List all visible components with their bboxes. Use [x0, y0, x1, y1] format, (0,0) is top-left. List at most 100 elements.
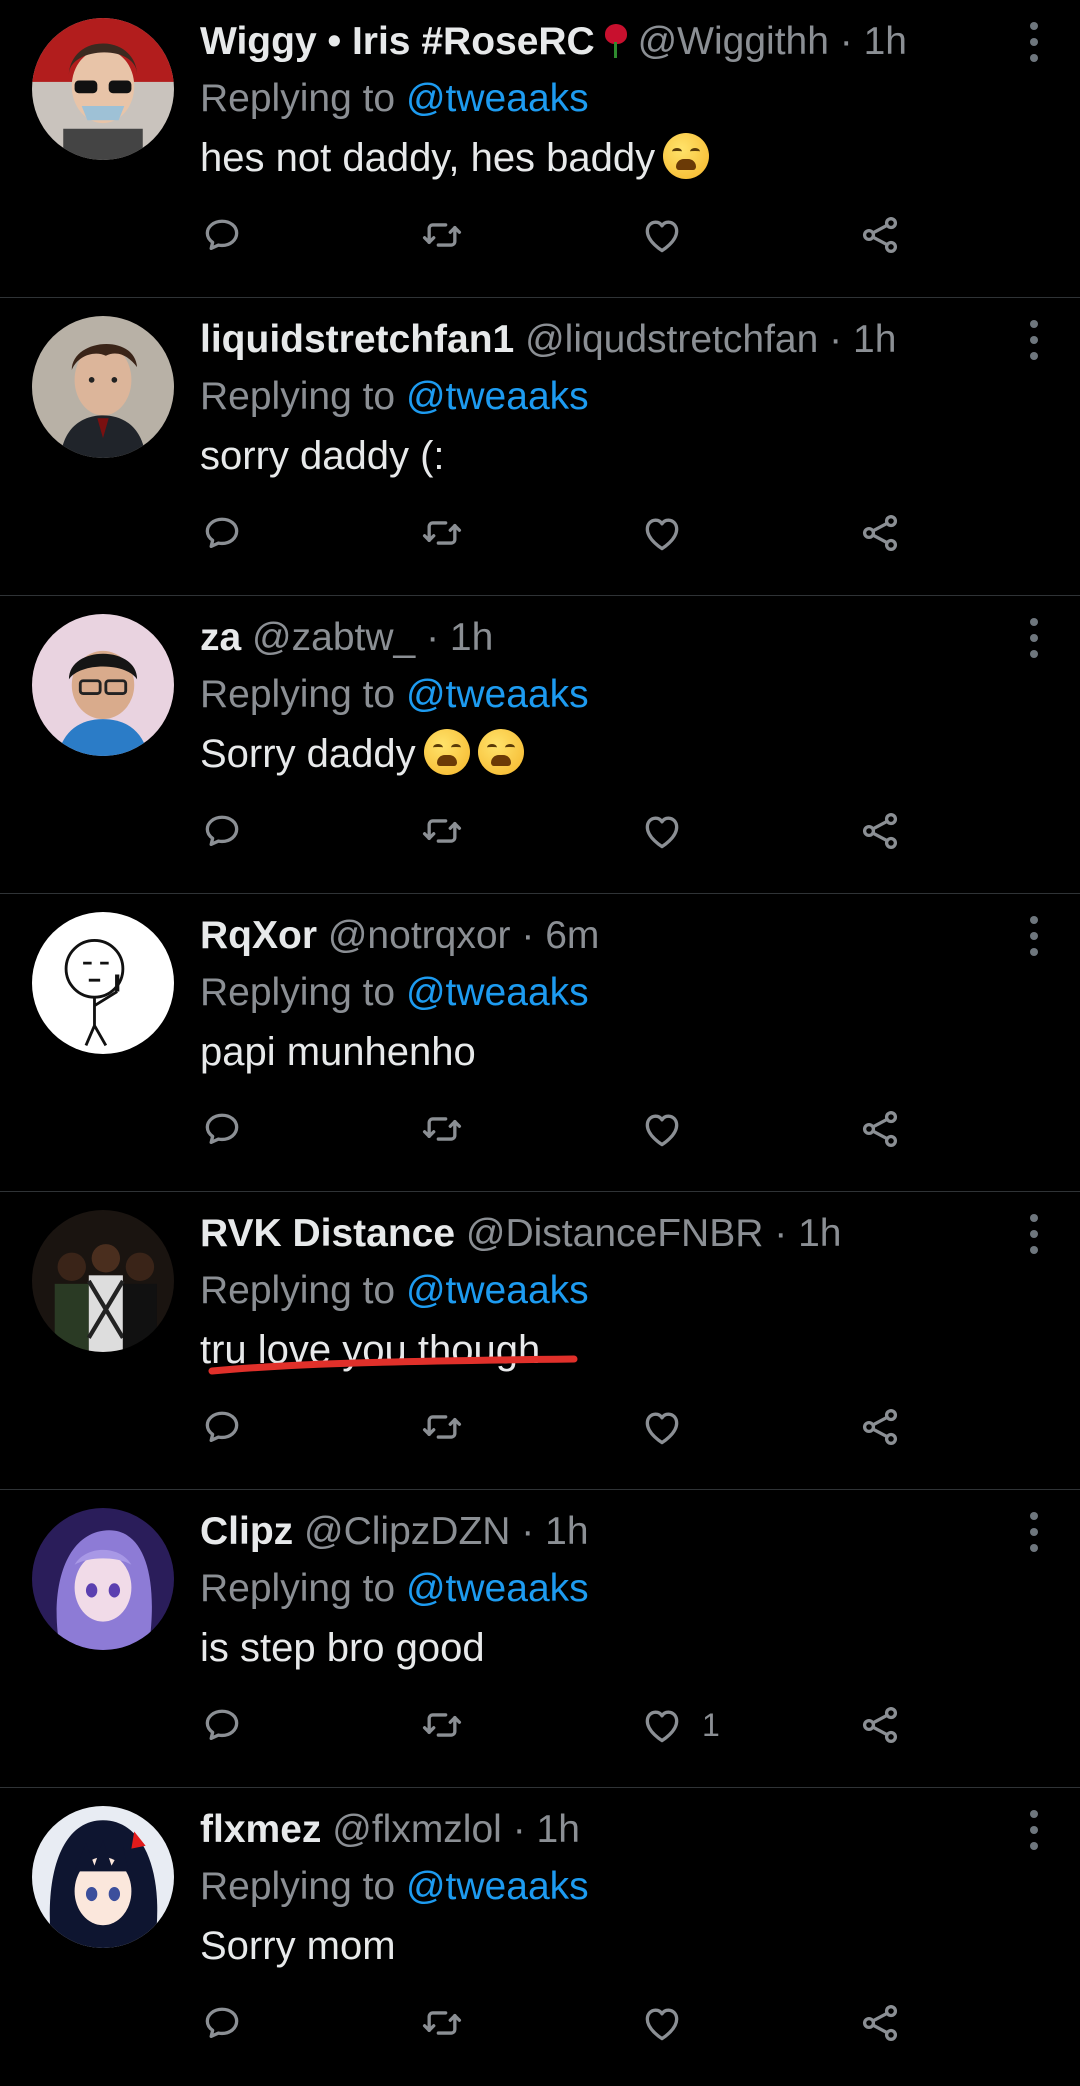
like-button[interactable]: [640, 1402, 702, 1452]
timestamp[interactable]: 1h: [450, 616, 493, 659]
more-options-icon[interactable]: [1028, 1512, 1040, 1552]
tweet-actions: 1: [200, 1700, 920, 1750]
reply-button[interactable]: [200, 806, 244, 856]
replying-to-link[interactable]: @tweaaks: [406, 77, 589, 120]
tweet-text-content: is step bro good: [200, 1626, 485, 1670]
more-options-icon[interactable]: [1028, 916, 1040, 956]
like-button[interactable]: [640, 210, 702, 260]
tweet-item[interactable]: RqXor @notrqxor · 6m Replying to @tweaak…: [0, 894, 1080, 1192]
reply-button[interactable]: [200, 210, 244, 260]
user-handle[interactable]: @Wiggithh: [638, 20, 829, 63]
reply-button[interactable]: [200, 1700, 244, 1750]
avatar[interactable]: [32, 912, 174, 1054]
avatar[interactable]: [32, 1210, 174, 1352]
retweet-button[interactable]: [420, 806, 464, 856]
reply-icon: [200, 1107, 244, 1151]
reply-button[interactable]: [200, 508, 244, 558]
share-button[interactable]: [858, 1104, 902, 1154]
more-options-icon[interactable]: [1028, 618, 1040, 658]
retweet-button[interactable]: [420, 1700, 464, 1750]
tweet-item[interactable]: liquidstretchfan1 @liqudstretchfan · 1h …: [0, 298, 1080, 596]
more-options-icon[interactable]: [1028, 320, 1040, 360]
like-button[interactable]: [640, 1998, 702, 2048]
timestamp[interactable]: 1h: [798, 1212, 841, 1255]
share-icon: [858, 1405, 902, 1449]
replying-label: Replying to: [200, 971, 396, 1014]
retweet-button[interactable]: [420, 1402, 464, 1452]
tweet-item[interactable]: Clipz @ClipzDZN · 1h Replying to @tweaak…: [0, 1490, 1080, 1788]
display-name[interactable]: RqXor: [200, 914, 317, 957]
timestamp[interactable]: 1h: [545, 1510, 588, 1553]
tweet-item[interactable]: flxmez @flxmzlol · 1h Replying to @tweaa…: [0, 1788, 1080, 2086]
reply-icon: [200, 511, 244, 555]
tweet-text-content: papi munhenho: [200, 1030, 476, 1074]
like-button[interactable]: [640, 806, 702, 856]
replying-label: Replying to: [200, 1567, 396, 1610]
tweet-item[interactable]: za @zabtw_ · 1h Replying to @tweaaks Sor…: [0, 596, 1080, 894]
like-count: 1: [702, 1706, 720, 1743]
tweet-actions: [200, 508, 920, 558]
timestamp[interactable]: 1h: [864, 20, 907, 63]
tweet-item[interactable]: Wiggy • Iris #RoseRC @Wiggithh · 1h Repl…: [0, 0, 1080, 298]
tweet-content: Clipz @ClipzDZN · 1h Replying to @tweaak…: [200, 1506, 960, 1675]
tweet-content: RVK Distance @DistanceFNBR · 1h Replying…: [200, 1208, 960, 1377]
reply-button[interactable]: [200, 1104, 244, 1154]
like-button[interactable]: [640, 1104, 702, 1154]
replying-to-line: Replying to @tweaaks: [200, 669, 960, 721]
retweet-button[interactable]: [420, 210, 464, 260]
reply-button[interactable]: [200, 1402, 244, 1452]
display-name[interactable]: RVK Distance: [200, 1212, 455, 1255]
replying-to-link[interactable]: @tweaaks: [406, 971, 589, 1014]
display-name[interactable]: liquidstretchfan1: [200, 318, 514, 361]
replying-to-line: Replying to @tweaaks: [200, 1265, 960, 1317]
replying-to-link[interactable]: @tweaaks: [406, 375, 589, 418]
share-button[interactable]: [858, 508, 902, 558]
avatar[interactable]: [32, 1508, 174, 1650]
replying-to-link[interactable]: @tweaaks: [406, 1567, 589, 1610]
replying-to-link[interactable]: @tweaaks: [406, 1269, 589, 1312]
more-options-icon[interactable]: [1028, 22, 1040, 62]
avatar[interactable]: [32, 614, 174, 756]
retweet-icon: [420, 809, 464, 853]
like-icon: [640, 213, 684, 257]
user-handle[interactable]: @zabtw_: [252, 616, 415, 659]
replying-to-line: Replying to @tweaaks: [200, 1861, 960, 1913]
replying-to-link[interactable]: @tweaaks: [406, 673, 589, 716]
timestamp[interactable]: 6m: [545, 914, 599, 957]
retweet-button[interactable]: [420, 1104, 464, 1154]
user-handle[interactable]: @notrqxor: [328, 914, 511, 957]
tweet-item[interactable]: RVK Distance @DistanceFNBR · 1h Replying…: [0, 1192, 1080, 1490]
avatar[interactable]: [32, 1806, 174, 1948]
more-options-icon[interactable]: [1028, 1810, 1040, 1850]
tweet-text-content: Sorry mom: [200, 1924, 396, 1968]
retweet-icon: [420, 1703, 464, 1747]
avatar[interactable]: [32, 18, 174, 160]
share-button[interactable]: [858, 1402, 902, 1452]
user-handle[interactable]: @liqudstretchfan: [525, 318, 818, 361]
share-button[interactable]: [858, 806, 902, 856]
display-name[interactable]: flxmez: [200, 1808, 321, 1851]
retweet-button[interactable]: [420, 1998, 464, 2048]
reply-button[interactable]: [200, 1998, 244, 2048]
user-handle[interactable]: @flxmzlol: [332, 1808, 502, 1851]
tired-face-emoji: [477, 729, 524, 775]
retweet-button[interactable]: [420, 508, 464, 558]
avatar[interactable]: [32, 316, 174, 458]
replying-to-link[interactable]: @tweaaks: [406, 1865, 589, 1908]
more-options-icon[interactable]: [1028, 1214, 1040, 1254]
display-name[interactable]: za: [200, 616, 241, 659]
retweet-icon: [420, 2001, 464, 2045]
like-button[interactable]: 1: [640, 1700, 720, 1750]
timestamp[interactable]: 1h: [537, 1808, 580, 1851]
share-button[interactable]: [858, 1998, 902, 2048]
tweet-text: Sorry mom: [200, 1919, 396, 1973]
display-name[interactable]: Wiggy • Iris #RoseRC: [200, 20, 595, 63]
share-button[interactable]: [858, 1700, 902, 1750]
user-handle[interactable]: @DistanceFNBR: [466, 1212, 764, 1255]
timestamp[interactable]: 1h: [853, 318, 896, 361]
like-button[interactable]: [640, 508, 702, 558]
share-button[interactable]: [858, 210, 902, 260]
tweet-content: flxmez @flxmzlol · 1h Replying to @tweaa…: [200, 1804, 960, 1973]
user-handle[interactable]: @ClipzDZN: [304, 1510, 510, 1553]
display-name[interactable]: Clipz: [200, 1510, 293, 1553]
